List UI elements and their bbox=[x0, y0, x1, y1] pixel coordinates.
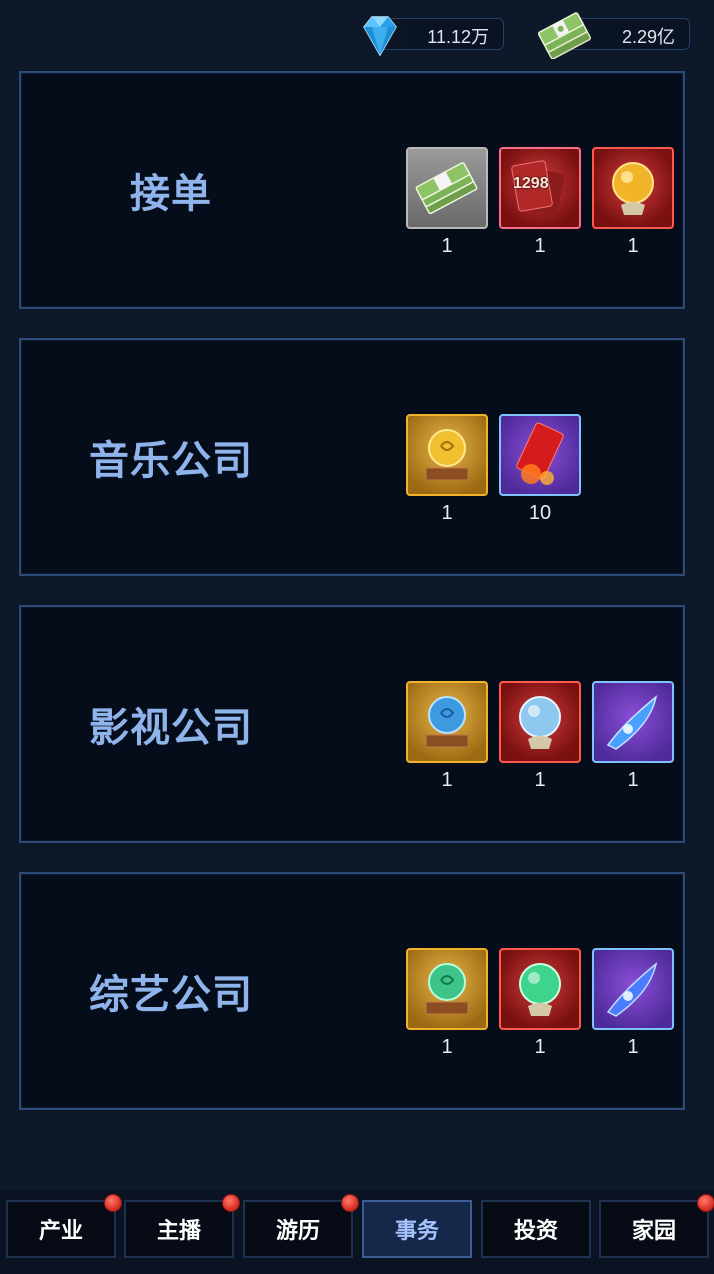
tab-affairs[interactable]: 事务 bbox=[362, 1200, 472, 1258]
reward-item[interactable]: 1 bbox=[499, 681, 581, 791]
reward-count: 1 bbox=[441, 502, 453, 524]
tab-streamers[interactable]: 主播 bbox=[124, 1194, 240, 1258]
diamond-icon bbox=[356, 11, 404, 63]
reward-count: 1 bbox=[441, 1036, 453, 1058]
reward-item[interactable]: 1 bbox=[406, 681, 488, 791]
blue-orb-on-pedestal-icon bbox=[406, 681, 488, 763]
notification-dot bbox=[697, 1194, 714, 1212]
blue-feather-icon bbox=[592, 681, 674, 763]
diamond-value: 11.12万 bbox=[427, 27, 489, 47]
golden-crystal-ball-icon bbox=[592, 147, 674, 229]
reward-item[interactable]: 1298 1 bbox=[499, 147, 581, 257]
reward-count: 1 bbox=[441, 769, 453, 791]
bottom-nav: 产业 主播 游历 事务 投资 家园 bbox=[0, 1190, 714, 1274]
card-value-label: 1298 bbox=[513, 175, 549, 192]
tab-label: 事务 bbox=[394, 1219, 439, 1244]
reward-item[interactable]: 1 bbox=[592, 147, 674, 257]
red-card-1298-icon: 1298 bbox=[499, 147, 581, 229]
reward-item[interactable]: 1 bbox=[592, 681, 674, 791]
green-orb-on-pedestal-icon bbox=[406, 948, 488, 1030]
cash-value: 2.29亿 bbox=[621, 27, 675, 47]
tab-label: 投资 bbox=[513, 1219, 558, 1244]
notification-dot bbox=[341, 1194, 359, 1212]
reward-count: 1 bbox=[534, 769, 546, 791]
notification-dot bbox=[104, 1194, 122, 1212]
tab-label: 游历 bbox=[275, 1219, 320, 1244]
reward-count: 1 bbox=[441, 235, 453, 257]
reward-count: 1 bbox=[534, 1036, 546, 1058]
panel-title: 综艺公司 bbox=[89, 972, 253, 1018]
panel-title: 接单 bbox=[130, 171, 212, 217]
reward-item[interactable]: 1 bbox=[499, 948, 581, 1058]
reward-item[interactable]: 10 bbox=[499, 414, 581, 524]
tab-label: 家园 bbox=[631, 1219, 676, 1244]
task-panel-variety-company[interactable]: 综艺公司 1 1 1 bbox=[19, 872, 685, 1110]
green-crystal-ball-icon bbox=[499, 948, 581, 1030]
reward-item[interactable]: 1 bbox=[406, 414, 488, 524]
tab-label: 产业 bbox=[38, 1219, 83, 1244]
tab-industry[interactable]: 产业 bbox=[6, 1194, 122, 1258]
panel-title: 音乐公司 bbox=[89, 438, 253, 484]
cash-counter[interactable]: 2.29亿 bbox=[537, 12, 690, 60]
tab-invest[interactable]: 投资 bbox=[481, 1200, 591, 1258]
cash-stack-icon bbox=[406, 147, 488, 229]
notification-dot bbox=[222, 1194, 240, 1212]
reward-count: 1 bbox=[627, 235, 639, 257]
red-envelope-icon bbox=[499, 414, 581, 496]
tab-travel[interactable]: 游历 bbox=[243, 1194, 359, 1258]
reward-count: 10 bbox=[528, 502, 552, 524]
blue-crystal-ball-icon bbox=[499, 681, 581, 763]
panel-title: 影视公司 bbox=[89, 705, 253, 751]
task-panel-music-company[interactable]: 音乐公司 1 10 bbox=[19, 338, 685, 576]
gold-orb-on-pedestal-icon bbox=[406, 414, 488, 496]
reward-count: 1 bbox=[534, 235, 546, 257]
reward-item[interactable]: 1 bbox=[406, 948, 488, 1058]
tab-label: 主播 bbox=[156, 1219, 201, 1244]
tab-home[interactable]: 家园 bbox=[599, 1194, 714, 1258]
cash-stack-icon bbox=[536, 11, 592, 63]
reward-item[interactable]: 1 bbox=[592, 948, 674, 1058]
reward-item[interactable]: 1 bbox=[406, 147, 488, 257]
reward-count: 1 bbox=[627, 1036, 639, 1058]
diamond-counter[interactable]: 11.12万 bbox=[363, 16, 504, 57]
blue-feather-icon bbox=[592, 948, 674, 1030]
task-panel-film-company[interactable]: 影视公司 1 1 1 bbox=[19, 605, 685, 843]
task-panel-orders[interactable]: 接单 1 1298 1 1 bbox=[19, 71, 685, 309]
reward-count: 1 bbox=[627, 769, 639, 791]
currency-bar: 11.12万 2.29亿 bbox=[0, 0, 714, 60]
